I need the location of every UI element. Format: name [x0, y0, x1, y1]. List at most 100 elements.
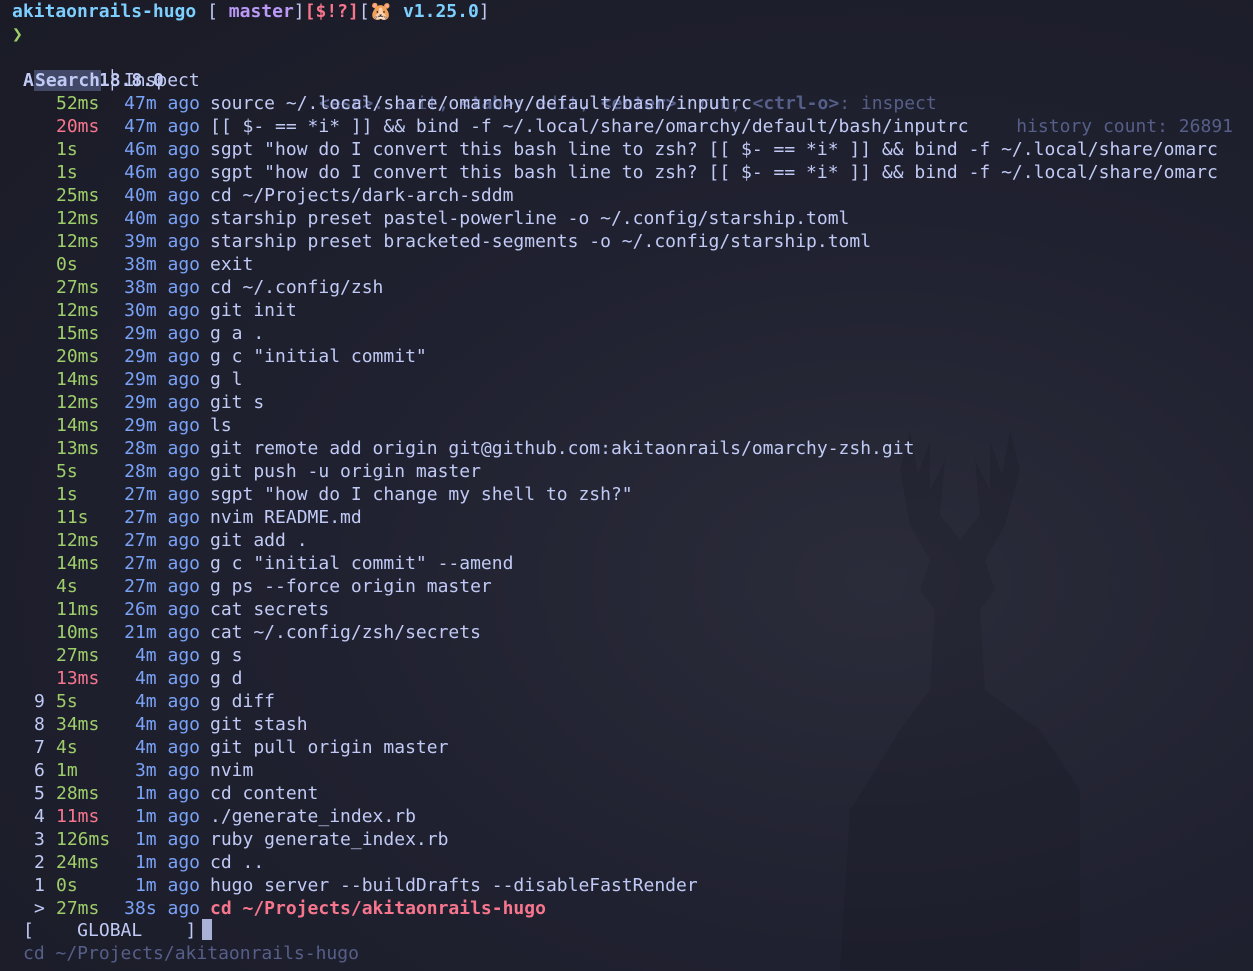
history-row[interactable]: 27ms 4m ago g s — [0, 644, 1253, 667]
history-row[interactable]: 7 4s 4m ago git pull origin master — [0, 736, 1253, 759]
history-row[interactable]: 11ms 26m ago cat secrets — [0, 598, 1253, 621]
row-command: git add . — [210, 530, 308, 551]
prompt-go-version: v1.25.0 — [402, 1, 479, 22]
history-row[interactable]: 1 0s 1m ago hugo server --buildDrafts --dis… — [0, 874, 1253, 897]
row-command: git push -u origin master — [210, 461, 481, 482]
row-time-ago: 1m ago — [134, 806, 200, 827]
row-command: ruby generate_index.rb — [210, 829, 449, 850]
row-duration: 1s — [56, 139, 78, 160]
history-row[interactable]: 25ms 40m ago cd ~/Projects/dark-arch-sddm — [0, 184, 1253, 207]
history-row[interactable]: 14ms 27m ago g c "initial commit" --amend — [0, 552, 1253, 575]
tab-separator: │ — [107, 70, 118, 91]
history-row[interactable]: 8 34ms 4m ago git stash — [0, 713, 1253, 736]
tab-inspect[interactable]: Inspect — [124, 70, 200, 91]
history-row[interactable]: 4 11ms 1m ago ./generate_index.rb — [0, 805, 1253, 828]
row-index: 2 — [34, 852, 45, 873]
row-time-ago: 1m ago — [134, 829, 200, 850]
row-command: cd ~/Projects/dark-arch-sddm — [210, 185, 514, 206]
row-duration: 20ms — [56, 346, 100, 367]
history-row[interactable]: 27ms 38m ago cd ~/.config/zsh — [0, 276, 1253, 299]
row-duration: 11ms — [56, 806, 100, 827]
history-row[interactable]: 20ms 47m ago [[ $- == *i* ]] && bind -f ~/… — [0, 115, 1253, 138]
atuin-header: Atuin v18.8.0 <esc>: exit, <tab>: edit, … — [0, 46, 1253, 137]
row-command: [[ $- == *i* ]] && bind -f ~/.local/shar… — [210, 116, 969, 137]
row-command: cd .. — [210, 852, 265, 873]
row-duration: 4s — [56, 737, 78, 758]
history-row[interactable]: 14ms 29m ago g l — [0, 368, 1253, 391]
row-command: cat ~/.config/zsh/secrets — [210, 622, 481, 643]
row-duration: 1s — [56, 484, 78, 505]
row-command: cat secrets — [210, 599, 330, 620]
history-row[interactable]: 52ms 47m ago source ~/.local/share/omarchy… — [0, 92, 1253, 115]
prompt-directory: akitaonrails-hugo — [12, 1, 197, 22]
history-row[interactable]: 15ms 29m ago g a . — [0, 322, 1253, 345]
row-command: g c "initial commit" — [210, 346, 427, 367]
row-command: sgpt "how do I convert this bash line to… — [210, 162, 1218, 183]
row-duration: 27ms — [56, 277, 100, 298]
tab-search[interactable]: Search — [34, 70, 102, 91]
history-row[interactable]: 12ms 40m ago starship preset pastel-powerl… — [0, 207, 1253, 230]
history-row[interactable]: 5 28ms 1m ago cd content — [0, 782, 1253, 805]
history-row[interactable]: 4s 27m ago g ps --force origin master — [0, 575, 1253, 598]
row-time-ago: 27m ago — [124, 530, 200, 551]
row-duration: 13ms — [56, 668, 100, 689]
row-index: 7 — [34, 737, 45, 758]
history-list: 52ms 47m ago source ~/.local/share/omarchy… — [0, 92, 1253, 920]
row-index: 8 — [34, 714, 45, 735]
history-row[interactable]: 13ms 4m ago g d — [0, 667, 1253, 690]
row-command: sgpt "how do I change my shell to zsh?" — [210, 484, 633, 505]
row-command: git pull origin master — [210, 737, 449, 758]
history-row[interactable]: 1s 27m ago sgpt "how do I change my shell … — [0, 483, 1253, 506]
row-time-ago: 46m ago — [124, 162, 200, 183]
row-index: > — [34, 898, 45, 919]
row-time-ago: 1m ago — [134, 852, 200, 873]
row-duration: 11s — [56, 507, 89, 528]
history-row[interactable]: 11s 27m ago nvim README.md — [0, 506, 1253, 529]
row-time-ago: 27m ago — [124, 553, 200, 574]
history-row[interactable]: 1s 46m ago sgpt "how do I convert this bas… — [0, 161, 1253, 184]
row-duration: 126ms — [56, 829, 111, 850]
row-command: starship preset bracketed-segments -o ~/… — [210, 231, 872, 252]
history-row[interactable]: 1s 46m ago sgpt "how do I convert this bas… — [0, 138, 1253, 161]
row-time-ago: 28m ago — [124, 461, 200, 482]
search-input-cursor[interactable] — [202, 919, 213, 940]
row-command: cd content — [210, 783, 319, 804]
row-command: sgpt "how do I convert this bash line to… — [210, 139, 1218, 160]
row-time-ago: 40m ago — [124, 208, 200, 229]
row-duration: 27ms — [56, 645, 100, 666]
history-row[interactable]: 10ms 21m ago cat ~/.config/zsh/secrets — [0, 621, 1253, 644]
row-time-ago: 4m ago — [134, 668, 200, 689]
filter-mode[interactable]: [ GLOBAL ] — [23, 920, 196, 941]
row-command: cd ~/.config/zsh — [210, 277, 384, 298]
history-row[interactable]: 0s 38m ago exit — [0, 253, 1253, 276]
history-row[interactable]: 12ms 29m ago git s — [0, 391, 1253, 414]
history-row[interactable]: 3 126ms 1m ago ruby generate_index.rb — [0, 828, 1253, 851]
history-row[interactable]: 2 24ms 1m ago cd .. — [0, 851, 1253, 874]
history-row[interactable]: 6 1m 3m ago nvim — [0, 759, 1253, 782]
row-duration: 0s — [56, 875, 78, 896]
history-row[interactable]: 12ms 30m ago git init — [0, 299, 1253, 322]
row-command: g diff — [210, 691, 276, 712]
row-duration: 34ms — [56, 714, 100, 735]
history-row-selected[interactable]: >27ms 38s ago cd ~/Projects/akitaonrails-h… — [0, 897, 1253, 920]
row-command: g s — [210, 645, 243, 666]
row-index: 1 — [34, 875, 45, 896]
row-time-ago: 1m ago — [134, 783, 200, 804]
row-time-ago: 38s ago — [124, 898, 200, 919]
history-row[interactable]: 9 5s 4m ago g diff — [0, 690, 1253, 713]
row-time-ago: 27m ago — [124, 507, 200, 528]
row-command: source ~/.local/share/omarchy/default/ba… — [210, 93, 752, 114]
history-row[interactable]: 14ms 29m ago ls — [0, 414, 1253, 437]
row-command: g a . — [210, 323, 265, 344]
row-time-ago: 3m ago — [134, 760, 200, 781]
history-row[interactable]: 12ms 39m ago starship preset bracketed-seg… — [0, 230, 1253, 253]
row-index: 9 — [34, 691, 45, 712]
history-row[interactable]: 5s 28m ago git push -u origin master — [0, 460, 1253, 483]
history-row[interactable]: 12ms 27m ago git add . — [0, 529, 1253, 552]
row-duration: 12ms — [56, 208, 100, 229]
row-command: nvim README.md — [210, 507, 362, 528]
row-time-ago: 4m ago — [134, 691, 200, 712]
history-row[interactable]: 20ms 29m ago g c "initial commit" — [0, 345, 1253, 368]
history-row[interactable]: 13ms 28m ago git remote add origin git@git… — [0, 437, 1253, 460]
prompt-git-branch: master — [228, 1, 294, 22]
